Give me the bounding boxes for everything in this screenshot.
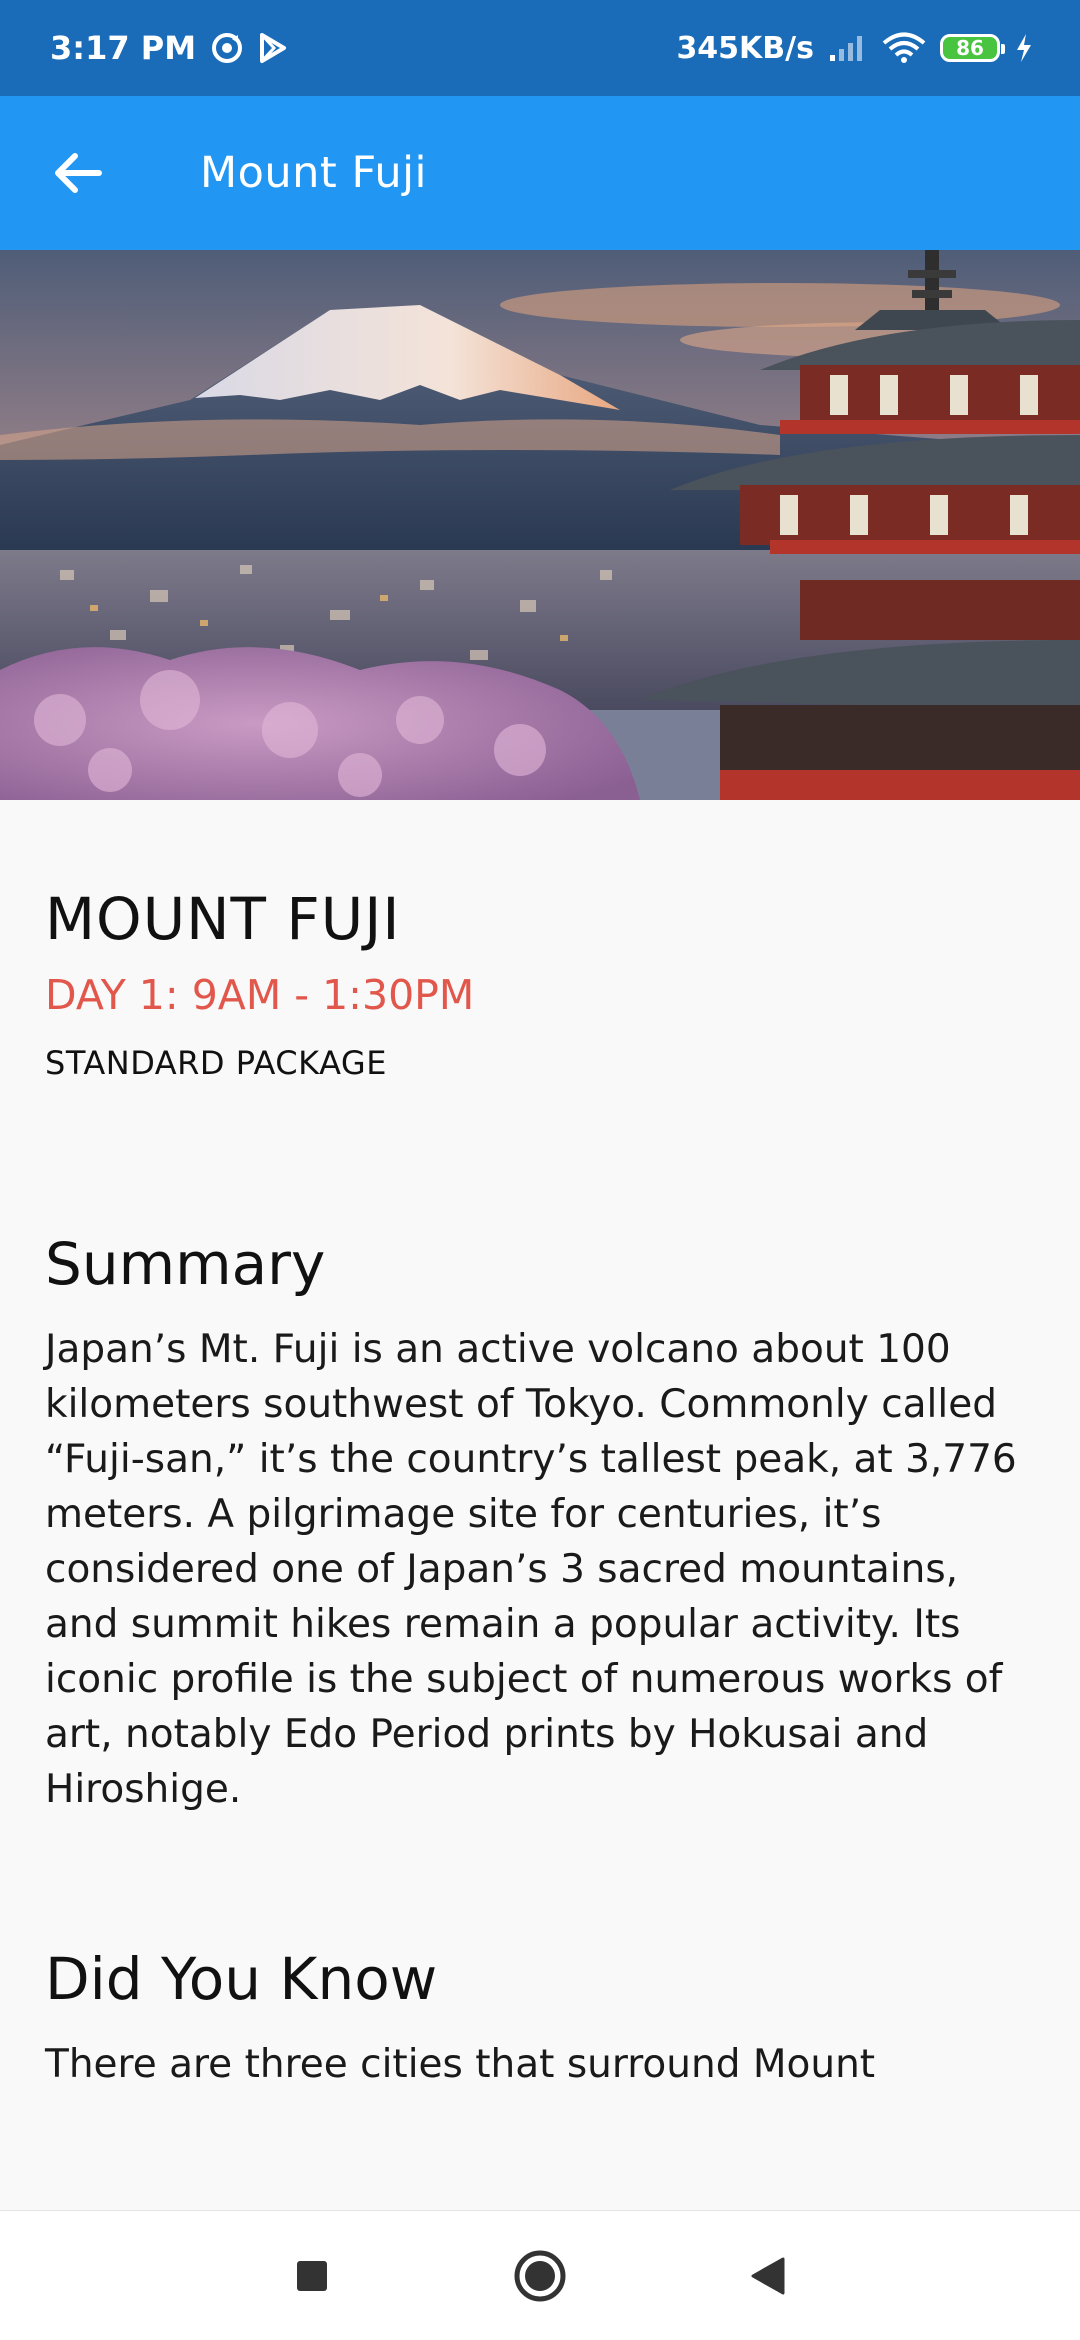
hero-image <box>0 250 1080 800</box>
back-triangle-icon <box>751 2257 785 2294</box>
play-store-icon <box>258 32 288 64</box>
status-bar: 3:17 PM 345KB/s 86 <box>0 0 1080 96</box>
system-nav-bar <box>0 2210 1080 2340</box>
did-you-know-text: There are three cities that surround Mou… <box>45 2042 876 2087</box>
recents-button[interactable] <box>257 2221 367 2331</box>
signal-icon <box>828 33 868 63</box>
sync-icon <box>210 31 244 65</box>
battery-icon: 86 <box>940 34 1005 62</box>
system-back-button[interactable] <box>713 2221 823 2331</box>
place-title: MOUNT FUJI <box>45 885 401 953</box>
status-time: 3:17 PM <box>50 29 197 67</box>
mount-fuji-photo <box>0 250 1080 800</box>
wifi-icon <box>882 32 926 64</box>
charging-icon <box>1014 33 1034 63</box>
app-bar-title: Mount Fuji <box>200 148 427 198</box>
home-circle-icon <box>514 2250 566 2301</box>
app-bar: Mount Fuji <box>0 96 1080 250</box>
did-you-know-heading: Did You Know <box>45 1945 438 2013</box>
detail-content: MOUNT FUJI DAY 1: 9AM - 1:30PM STANDARD … <box>45 800 1040 2092</box>
summary-text: Japan’s Mt. Fuji is an active volcano ab… <box>45 1327 1017 1812</box>
recents-square-icon <box>297 2260 327 2291</box>
arrow-left-icon <box>55 153 102 193</box>
package-label: STANDARD PACKAGE <box>45 1044 387 1082</box>
schedule-text: DAY 1: 9AM - 1:30PM <box>45 971 475 1019</box>
battery-level: 86 <box>956 36 984 60</box>
network-speed: 345KB/s <box>676 30 814 66</box>
status-right: 345KB/s 86 <box>676 31 1034 66</box>
status-left: 3:17 PM <box>50 29 288 67</box>
home-button[interactable] <box>485 2221 595 2331</box>
summary-heading: Summary <box>45 1230 326 1298</box>
back-button[interactable] <box>28 123 128 223</box>
